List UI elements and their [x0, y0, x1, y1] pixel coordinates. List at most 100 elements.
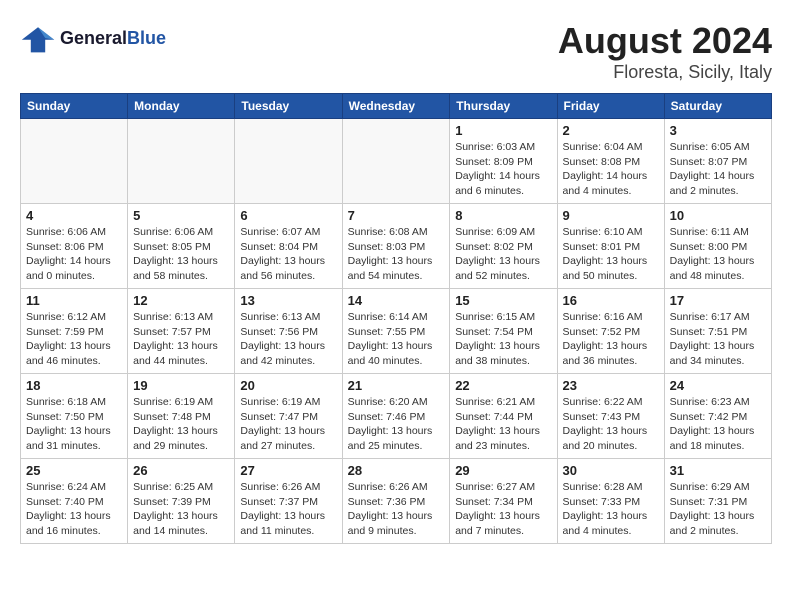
calendar-cell: 28 Sunrise: 6:26 AMSunset: 7:36 PMDayligh…: [342, 459, 450, 544]
day-info: Sunrise: 6:19 AMSunset: 7:47 PMDaylight:…: [240, 395, 336, 454]
calendar-cell: 27Sunrise: 6:26 AMSunset: 7:37 PMDayligh…: [235, 459, 342, 544]
day-header-thursday: Thursday: [450, 94, 557, 119]
day-number: 20: [240, 378, 336, 393]
day-number: 3: [670, 123, 766, 138]
calendar-cell: 6 Sunrise: 6:07 AMSunset: 8:04 PMDaylight…: [235, 204, 342, 289]
day-header-saturday: Saturday: [664, 94, 771, 119]
calendar-cell: 24Sunrise: 6:23 AMSunset: 7:42 PMDayligh…: [664, 374, 771, 459]
calendar-cell: 16 Sunrise: 6:16 AMSunset: 7:52 PMDayligh…: [557, 289, 664, 374]
day-number: 5: [133, 208, 229, 223]
day-info: Sunrise: 6:16 AMSunset: 7:52 PMDaylight:…: [563, 310, 659, 369]
day-number: 10: [670, 208, 766, 223]
calendar-cell: 15 Sunrise: 6:15 AMSunset: 7:54 PMDayligh…: [450, 289, 557, 374]
day-info: Sunrise: 6:28 AMSunset: 7:33 PMDaylight:…: [563, 480, 659, 539]
logo-text: GeneralBlue: [60, 28, 166, 49]
day-number: 16: [563, 293, 659, 308]
day-info: Sunrise: 6:06 AMSunset: 8:05 PMDaylight:…: [133, 225, 229, 284]
calendar-cell: 11 Sunrise: 6:12 AMSunset: 7:59 PMDayligh…: [21, 289, 128, 374]
day-header-friday: Friday: [557, 94, 664, 119]
week-row-1: 1 Sunrise: 6:03 AMSunset: 8:09 PMDaylight…: [21, 119, 772, 204]
page-header: GeneralBlue August 2024 Floresta, Sicily…: [20, 20, 772, 83]
day-info: Sunrise: 6:27 AMSunset: 7:34 PMDaylight:…: [455, 480, 551, 539]
day-info: Sunrise: 6:24 AMSunset: 7:40 PMDaylight:…: [26, 480, 122, 539]
day-info: Sunrise: 6:10 AMSunset: 8:01 PMDaylight:…: [563, 225, 659, 284]
calendar-cell: 26 Sunrise: 6:25 AMSunset: 7:39 PMDayligh…: [128, 459, 235, 544]
day-info: Sunrise: 6:04 AMSunset: 8:08 PMDaylight:…: [563, 140, 659, 199]
week-row-2: 4 Sunrise: 6:06 AMSunset: 8:06 PMDaylight…: [21, 204, 772, 289]
day-number: 2: [563, 123, 659, 138]
calendar-cell: 2 Sunrise: 6:04 AMSunset: 8:08 PMDaylight…: [557, 119, 664, 204]
day-number: 14: [348, 293, 445, 308]
calendar-cell: 31Sunrise: 6:29 AMSunset: 7:31 PMDayligh…: [664, 459, 771, 544]
calendar-cell: 5 Sunrise: 6:06 AMSunset: 8:05 PMDaylight…: [128, 204, 235, 289]
calendar-cell: 3Sunrise: 6:05 AMSunset: 8:07 PMDaylight…: [664, 119, 771, 204]
day-number: 23: [563, 378, 659, 393]
day-number: 15: [455, 293, 551, 308]
logo: GeneralBlue: [20, 20, 166, 56]
day-header-sunday: Sunday: [21, 94, 128, 119]
day-header-tuesday: Tuesday: [235, 94, 342, 119]
calendar-cell: 8 Sunrise: 6:09 AMSunset: 8:02 PMDaylight…: [450, 204, 557, 289]
day-header-wednesday: Wednesday: [342, 94, 450, 119]
day-info: Sunrise: 6:07 AMSunset: 8:04 PMDaylight:…: [240, 225, 336, 284]
logo-icon: [20, 20, 56, 56]
calendar-cell: [235, 119, 342, 204]
day-info: Sunrise: 6:06 AMSunset: 8:06 PMDaylight:…: [26, 225, 122, 284]
day-number: 31: [670, 463, 766, 478]
title-block: August 2024 Floresta, Sicily, Italy: [558, 20, 772, 83]
calendar-cell: 25 Sunrise: 6:24 AMSunset: 7:40 PMDayligh…: [21, 459, 128, 544]
day-number: 17: [670, 293, 766, 308]
day-number: 1: [455, 123, 551, 138]
day-info: Sunrise: 6:22 AMSunset: 7:43 PMDaylight:…: [563, 395, 659, 454]
calendar-cell: 14 Sunrise: 6:14 AMSunset: 7:55 PMDayligh…: [342, 289, 450, 374]
day-number: 9: [563, 208, 659, 223]
day-info: Sunrise: 6:15 AMSunset: 7:54 PMDaylight:…: [455, 310, 551, 369]
day-number: 24: [670, 378, 766, 393]
day-number: 19: [133, 378, 229, 393]
day-info: Sunrise: 6:21 AMSunset: 7:44 PMDaylight:…: [455, 395, 551, 454]
day-number: 6: [240, 208, 336, 223]
day-number: 11: [26, 293, 122, 308]
day-number: 25: [26, 463, 122, 478]
calendar-cell: [342, 119, 450, 204]
day-info: Sunrise: 6:19 AMSunset: 7:48 PMDaylight:…: [133, 395, 229, 454]
day-info: Sunrise: 6:14 AMSunset: 7:55 PMDaylight:…: [348, 310, 445, 369]
calendar-cell: 7Sunrise: 6:08 AMSunset: 8:03 PMDaylight…: [342, 204, 450, 289]
calendar-cell: 13 Sunrise: 6:13 AMSunset: 7:56 PMDayligh…: [235, 289, 342, 374]
day-number: 30: [563, 463, 659, 478]
day-info: Sunrise: 6:13 AMSunset: 7:56 PMDaylight:…: [240, 310, 336, 369]
calendar-cell: 10 Sunrise: 6:11 AMSunset: 8:00 PMDayligh…: [664, 204, 771, 289]
calendar-cell: 18Sunrise: 6:18 AMSunset: 7:50 PMDayligh…: [21, 374, 128, 459]
calendar-header-row: SundayMondayTuesdayWednesdayThursdayFrid…: [21, 94, 772, 119]
day-number: 13: [240, 293, 336, 308]
day-info: Sunrise: 6:20 AMSunset: 7:46 PMDaylight:…: [348, 395, 445, 454]
calendar-cell: 1 Sunrise: 6:03 AMSunset: 8:09 PMDaylight…: [450, 119, 557, 204]
day-number: 26: [133, 463, 229, 478]
day-number: 7: [348, 208, 445, 223]
calendar-cell: 19 Sunrise: 6:19 AMSunset: 7:48 PMDayligh…: [128, 374, 235, 459]
day-info: Sunrise: 6:09 AMSunset: 8:02 PMDaylight:…: [455, 225, 551, 284]
day-info: Sunrise: 6:03 AMSunset: 8:09 PMDaylight:…: [455, 140, 551, 199]
calendar-cell: 30 Sunrise: 6:28 AMSunset: 7:33 PMDayligh…: [557, 459, 664, 544]
week-row-4: 18Sunrise: 6:18 AMSunset: 7:50 PMDayligh…: [21, 374, 772, 459]
day-number: 29: [455, 463, 551, 478]
day-number: 8: [455, 208, 551, 223]
day-number: 4: [26, 208, 122, 223]
day-header-monday: Monday: [128, 94, 235, 119]
calendar-cell: 4 Sunrise: 6:06 AMSunset: 8:06 PMDaylight…: [21, 204, 128, 289]
calendar-cell: 21Sunrise: 6:20 AMSunset: 7:46 PMDayligh…: [342, 374, 450, 459]
week-row-3: 11 Sunrise: 6:12 AMSunset: 7:59 PMDayligh…: [21, 289, 772, 374]
calendar-cell: 23 Sunrise: 6:22 AMSunset: 7:43 PMDayligh…: [557, 374, 664, 459]
day-number: 28: [348, 463, 445, 478]
day-info: Sunrise: 6:11 AMSunset: 8:00 PMDaylight:…: [670, 225, 766, 284]
day-info: Sunrise: 6:25 AMSunset: 7:39 PMDaylight:…: [133, 480, 229, 539]
month-title: August 2024: [558, 20, 772, 62]
calendar-cell: 20 Sunrise: 6:19 AMSunset: 7:47 PMDayligh…: [235, 374, 342, 459]
day-info: Sunrise: 6:12 AMSunset: 7:59 PMDaylight:…: [26, 310, 122, 369]
day-info: Sunrise: 6:17 AMSunset: 7:51 PMDaylight:…: [670, 310, 766, 369]
day-info: Sunrise: 6:13 AMSunset: 7:57 PMDaylight:…: [133, 310, 229, 369]
calendar-cell: 17 Sunrise: 6:17 AMSunset: 7:51 PMDayligh…: [664, 289, 771, 374]
calendar-table: SundayMondayTuesdayWednesdayThursdayFrid…: [20, 93, 772, 544]
day-info: Sunrise: 6:26 AMSunset: 7:36 PMDaylight:…: [348, 480, 445, 539]
day-number: 27: [240, 463, 336, 478]
